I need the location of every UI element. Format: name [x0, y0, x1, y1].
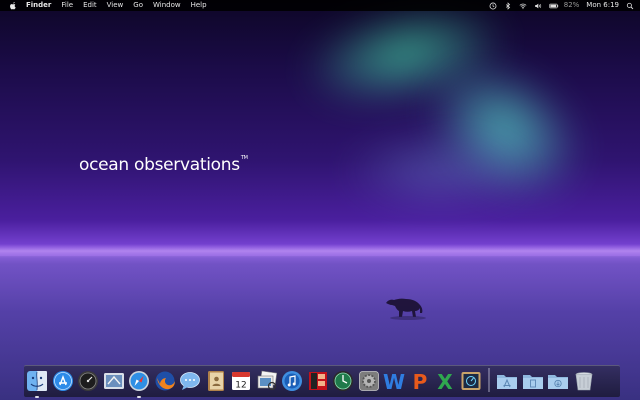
- app-store-icon: [52, 371, 73, 391]
- running-indicator: [35, 396, 39, 398]
- trash-icon: [575, 372, 592, 391]
- excel-icon: X: [437, 370, 453, 392]
- photo-booth-icon: [308, 372, 327, 390]
- system-preferences-icon: [358, 371, 379, 391]
- desktop: Finder File Edit View Go Window Help 82%…: [0, 0, 640, 400]
- dock-applications-stack[interactable]: [496, 370, 518, 392]
- running-indicator: [137, 396, 141, 398]
- trademark-mark: TM: [240, 155, 248, 161]
- dock-items: 12 W P X: [26, 366, 620, 398]
- dock-documents-stack[interactable]: [522, 370, 544, 392]
- dock-downloads-stack[interactable]: [547, 370, 569, 392]
- dock-ichat[interactable]: [179, 370, 201, 392]
- menu-window[interactable]: Window: [153, 0, 181, 11]
- dock-separator: [488, 368, 490, 392]
- activity-monitor-icon: [461, 372, 480, 390]
- dock-dashboard[interactable]: [77, 370, 99, 392]
- ichat-icon: [180, 372, 200, 390]
- time-machine-icon: [333, 371, 353, 391]
- address-book-icon: [207, 371, 224, 391]
- dock-activity-monitor[interactable]: [460, 370, 482, 392]
- menubar-clock[interactable]: Mon 6:19: [586, 0, 619, 11]
- dock-firefox[interactable]: [154, 370, 176, 392]
- menu-edit[interactable]: Edit: [83, 0, 97, 11]
- powerpoint-letter: P: [412, 370, 427, 392]
- wallpaper-brand-text: ocean observationsTM: [79, 155, 248, 175]
- documents-folder-icon: [522, 375, 543, 389]
- powerpoint-icon: P: [412, 370, 427, 392]
- menu-file[interactable]: File: [61, 0, 73, 11]
- time-machine-icon[interactable]: [489, 2, 497, 10]
- menu-help[interactable]: Help: [191, 0, 207, 11]
- downloads-folder-icon: [548, 375, 568, 389]
- dock-ical[interactable]: 12: [230, 370, 252, 392]
- firefox-icon: [155, 371, 175, 391]
- ical-icon: 12: [232, 372, 250, 391]
- dock-system-preferences[interactable]: [358, 370, 380, 392]
- finder-icon: [27, 371, 47, 391]
- dock-mail[interactable]: [103, 370, 125, 392]
- dock-finder[interactable]: [26, 370, 48, 398]
- mail-icon: [103, 373, 124, 389]
- battery-icon[interactable]: [549, 2, 558, 10]
- dock-powerpoint[interactable]: P: [409, 370, 431, 392]
- wifi-icon[interactable]: [519, 2, 527, 10]
- dock-trash[interactable]: [573, 370, 595, 392]
- menu-view[interactable]: View: [107, 0, 124, 11]
- applications-folder-icon: [497, 375, 517, 389]
- menu-go[interactable]: Go: [133, 0, 143, 11]
- safari-icon: [129, 371, 149, 391]
- aurora-glow: [340, 130, 540, 210]
- volume-icon[interactable]: [534, 2, 542, 10]
- dock-itunes[interactable]: [281, 370, 303, 392]
- dock-photo-booth[interactable]: [307, 370, 329, 392]
- menu-extras: 82% Mon 6:19: [489, 0, 634, 11]
- dock-excel[interactable]: X: [434, 370, 456, 392]
- apple-logo-icon[interactable]: [9, 1, 17, 10]
- excel-letter: X: [437, 370, 453, 392]
- word-icon: W: [383, 370, 405, 392]
- wallpaper-brand-label: ocean observations: [79, 155, 240, 175]
- dock-word[interactable]: W: [383, 370, 405, 392]
- dock-preview[interactable]: [256, 370, 278, 392]
- preview-icon: [257, 370, 277, 391]
- itunes-icon: [282, 371, 302, 391]
- dock-app-store[interactable]: [52, 370, 74, 392]
- spotlight-search-icon[interactable]: [626, 2, 634, 10]
- dock-time-machine[interactable]: [332, 370, 354, 392]
- polar-bear-silhouette: [386, 298, 426, 320]
- ical-date-text: 12: [235, 381, 246, 391]
- bluetooth-icon[interactable]: [504, 1, 512, 10]
- menu-bar: Finder File Edit View Go Window Help 82%…: [0, 0, 640, 11]
- dock-address-book[interactable]: [205, 370, 227, 392]
- dashboard-icon: [78, 371, 98, 391]
- dock-safari[interactable]: [128, 370, 150, 398]
- battery-percentage: 82%: [563, 1, 580, 9]
- menu-finder[interactable]: Finder: [26, 0, 51, 11]
- word-letter: W: [383, 370, 405, 392]
